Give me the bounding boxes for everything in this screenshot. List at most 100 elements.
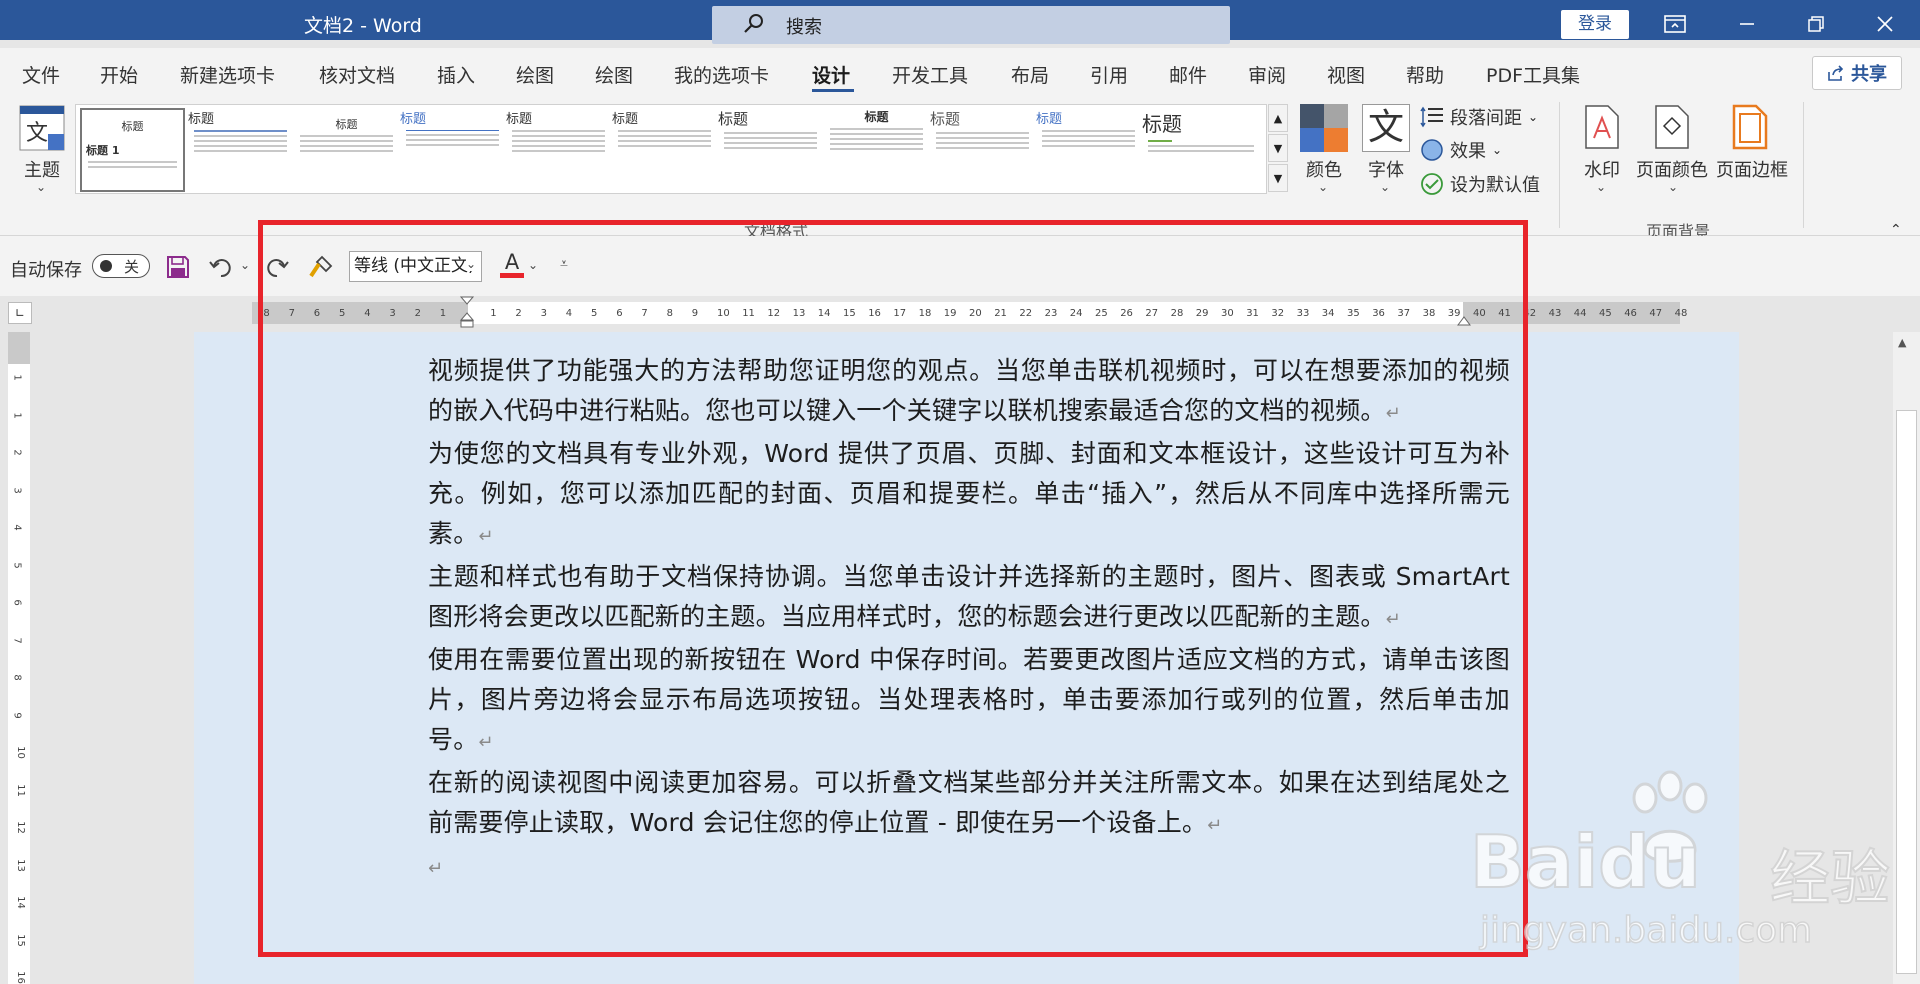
effects-button[interactable]: 效果 ⌄ [1420,137,1502,163]
tab-new-tab[interactable]: 新建选项卡 [180,61,275,88]
style-thumbnail[interactable]: 标题 [294,108,399,192]
style-thumbnail[interactable]: 标题 [718,108,823,192]
tab-draw-2[interactable]: 绘图 [595,61,633,88]
style-thumbnail[interactable]: 标题 [400,108,505,192]
tab-view[interactable]: 视图 [1327,61,1365,88]
page-color-label: 页面颜色 [1636,160,1708,181]
more-icon: ▼ [1273,171,1283,185]
watermark-button[interactable] [1584,104,1620,154]
style-thumbnail[interactable]: 标题 [1142,108,1260,192]
style-thumbnail[interactable]: 标题 标题 1 [80,108,185,192]
restore-button[interactable] [1781,0,1851,48]
ruler-number: 6 [11,599,23,606]
close-button[interactable] [1850,0,1920,48]
tab-references[interactable]: 引用 [1090,61,1128,88]
ruler-number: 7 [11,636,23,644]
chevron-down-icon: ⌄ [1596,180,1607,194]
paragraph-spacing-button[interactable]: 段落间距 ⌄ [1420,104,1538,130]
ribbon-display-options-button[interactable] [1640,0,1710,48]
ruler-number: 45 [1599,308,1612,319]
login-button[interactable]: 登录 [1561,10,1629,39]
ruler-number: 46 [1624,308,1637,319]
ruler-number: 16 [14,971,26,984]
minimize-icon [1740,23,1754,25]
gallery-scroll-down-button[interactable]: ▼ [1268,134,1288,162]
restore-icon [1808,16,1824,32]
watermark-label: 水印 [1584,160,1620,181]
chevron-up-icon: ▲ [1898,336,1907,349]
ribbon-display-icon [1664,15,1686,33]
ruler-number: 47 [1649,308,1663,319]
tab-pdf-tools[interactable]: PDF工具集 [1486,61,1580,88]
ruler-number: 44 [1573,308,1587,319]
highlight-box [258,220,1528,957]
chevron-down-icon: ⌄ [1528,110,1539,124]
tab-mailings[interactable]: 邮件 [1169,61,1207,88]
word-window: 文档2 - Word 搜索 登录 文件 开始 新建选项卡 核对文档 插入 绘图 … [0,0,1920,984]
watermark-icon [1585,105,1619,149]
tab-review[interactable]: 审阅 [1248,61,1286,88]
chevron-down-icon: ⌄ [36,180,47,194]
tab-design[interactable]: 设计 [812,61,850,88]
chevron-down-icon: ▼ [1273,141,1283,155]
page-color-button[interactable] [1652,104,1692,154]
style-thumbnail[interactable]: 标题 [1036,108,1141,192]
undo-icon [209,259,231,278]
style-thumbnail[interactable]: 标题 [824,108,929,192]
share-button[interactable]: 共享 [1812,56,1902,90]
paragraph-spacing-label: 段落间距 [1450,108,1522,129]
tab-selector-button[interactable]: ∟ [8,302,32,324]
style-thumbnail[interactable]: 标题 [612,108,717,192]
left-tab-icon: ∟ [14,306,26,320]
fonts-button[interactable]: 文 [1362,104,1410,152]
tab-help[interactable]: 帮助 [1406,61,1444,88]
themes-icon: 文 [19,105,65,151]
style-thumbnail[interactable]: 标题 [188,108,293,192]
page-border-button[interactable] [1732,104,1768,154]
page-border-icon [1732,104,1768,150]
style-thumbnail[interactable]: 标题 [930,108,1035,192]
vertical-ruler-margin [8,332,30,364]
scrollbar-thumb[interactable] [1896,410,1917,974]
gallery-more-button[interactable]: ▼ [1268,164,1288,192]
colors-button[interactable] [1300,104,1348,156]
tab-file[interactable]: 文件 [22,61,60,88]
ruler-number: 43 [1548,308,1562,319]
gallery-scroll-up-button[interactable]: ▲ [1268,104,1288,132]
group-divider [1803,102,1804,228]
ruler-number: 13 [14,858,26,872]
style-thumbnail[interactable]: 标题 [506,108,611,192]
svg-text:文: 文 [26,121,48,146]
tab-home[interactable]: 开始 [100,61,138,88]
colors-label: 颜色 [1306,160,1342,181]
tab-developer[interactable]: 开发工具 [892,61,968,88]
save-button[interactable] [166,255,190,283]
page-color-icon [1655,105,1689,149]
tab-draw[interactable]: 绘图 [516,61,554,88]
ruler-number: 4 [11,524,23,531]
ruler-number: 2 [11,449,23,456]
tab-layout[interactable]: 布局 [1011,61,1049,88]
effects-label: 效果 [1450,141,1486,162]
set-as-default-button[interactable]: 设为默认值 [1420,171,1540,197]
share-icon [1828,65,1844,81]
ruler-number: 3 [11,486,23,494]
ruler-number: 10 [14,746,26,759]
tab-insert[interactable]: 插入 [437,61,475,88]
tab-check-document[interactable]: 核对文档 [319,61,395,88]
undo-button[interactable] [208,254,234,284]
ruler-number: 8 [11,674,23,681]
style-set-gallery[interactable]: 标题 标题 1 标题 标题 标题 标题 标题 标题 标题 标题 标题 标题 [75,104,1267,194]
scroll-up-button[interactable]: ▲ [1898,336,1906,349]
paragraph-spacing-icon [1420,106,1443,128]
chevron-down-icon: ⌄ [1492,143,1503,157]
autosave-label: 自动保存 [10,260,82,281]
themes-button[interactable]: 文 [18,104,66,156]
ruler-number: 5 [11,561,23,569]
minimize-button[interactable] [1712,0,1782,48]
colors-icon [1300,104,1348,152]
tab-my-tab[interactable]: 我的选项卡 [674,61,769,88]
search-icon [742,12,766,40]
vertical-ruler[interactable] [8,332,30,984]
undo-dropdown-icon[interactable]: ⌄ [240,258,250,272]
